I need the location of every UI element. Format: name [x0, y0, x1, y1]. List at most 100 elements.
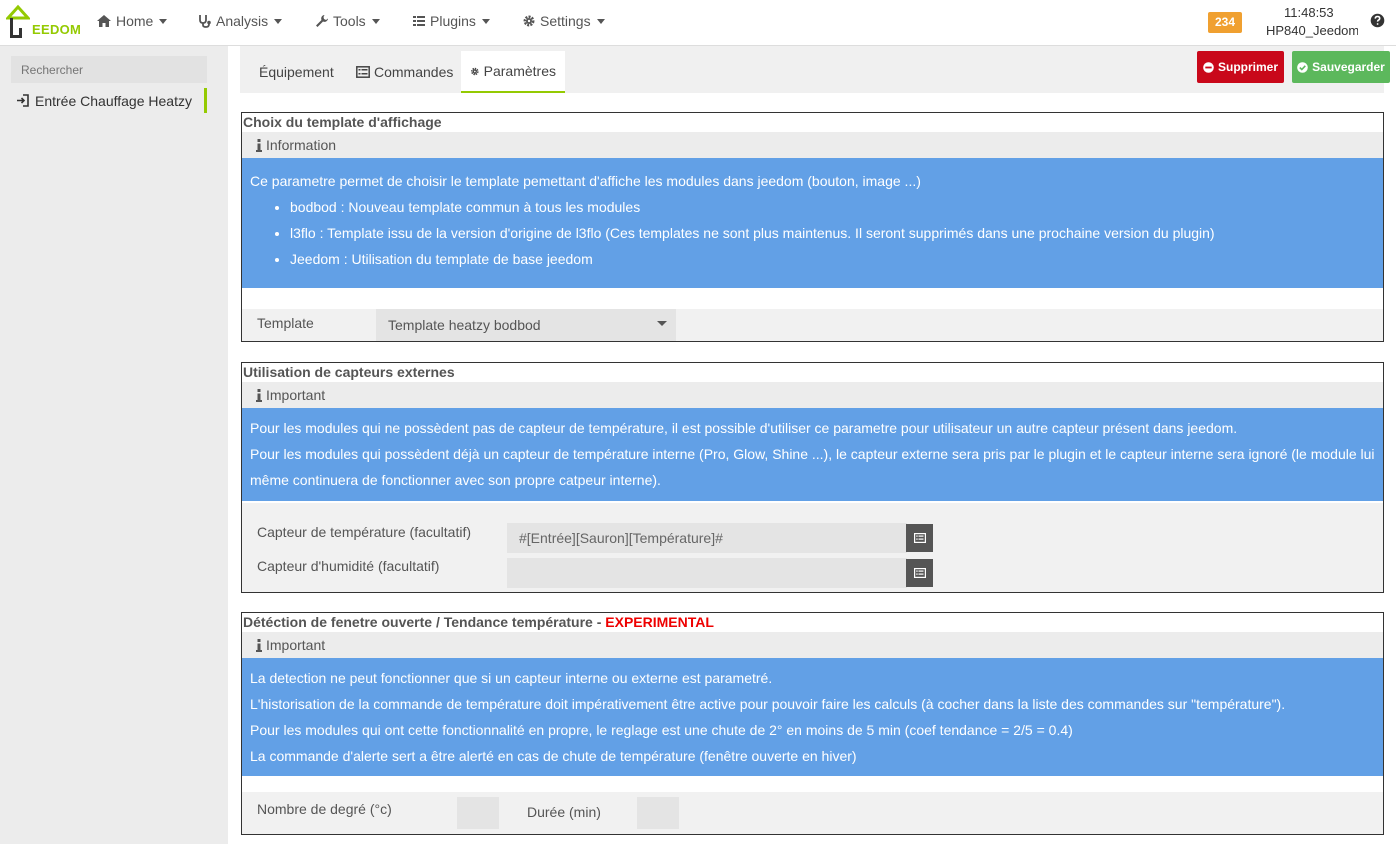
info-icon — [256, 638, 262, 652]
window-important-label: Important — [266, 637, 326, 653]
template-form: Template Template heatzy bodbod — [242, 291, 1383, 341]
chevron-down-icon — [596, 18, 605, 24]
menu-analysis-label: Analysis — [216, 13, 269, 29]
sidebar-item-entree-chauffage[interactable]: Entrée Chauffage Heatzy — [11, 88, 207, 113]
menu-home[interactable]: Home — [96, 13, 168, 29]
sensors-section-title: Utilisation de capteurs externes — [243, 364, 455, 380]
sensors-important-header: Important — [242, 382, 1383, 408]
sign-in-icon — [17, 94, 29, 107]
delete-button-label: Supprimer — [1217, 60, 1278, 74]
minus-circle-icon — [1203, 61, 1214, 73]
check-circle-icon — [1297, 61, 1308, 73]
delete-button[interactable]: Supprimer — [1197, 51, 1284, 83]
template-option-bodbod: bodbod : Nouveau template commun à tous … — [290, 194, 1375, 220]
tab-bar: Équipement Commandes Paramètres Supprime… — [240, 46, 1390, 93]
window-info-line-4: La commande d'alerte sert a être alerté … — [250, 748, 857, 764]
tasks-icon — [413, 16, 425, 26]
sidebar-item-label: Entrée Chauffage Heatzy — [35, 92, 192, 109]
template-select[interactable]: Template heatzy bodbod — [376, 309, 676, 341]
window-info-line-2: L'historisation de la commande de tempér… — [250, 696, 1286, 712]
list-alt-icon — [913, 533, 926, 543]
logo-text: EEDOM — [32, 22, 82, 37]
temperature-sensor-select-button[interactable] — [906, 524, 933, 552]
window-info-line-1: La detection ne peut fonctionner que si … — [250, 670, 773, 686]
gear-icon — [471, 67, 479, 75]
chevron-down-icon — [159, 18, 168, 24]
sidebar: Entrée Chauffage Heatzy — [0, 46, 228, 844]
menu-home-label: Home — [116, 13, 154, 29]
window-info-box: La detection ne peut fonctionner que si … — [242, 658, 1383, 776]
template-info-box: Ce parametre permet de choisir le templa… — [242, 158, 1383, 288]
message-count-badge[interactable]: 234 — [1208, 12, 1242, 33]
menu-plugins-label: Plugins — [430, 13, 476, 29]
list-icon — [356, 66, 370, 78]
template-options-list: bodbod : Nouveau template commun à tous … — [250, 194, 1375, 272]
duration-input[interactable] — [637, 797, 679, 829]
menu-tools[interactable]: Tools — [315, 13, 380, 29]
chevron-down-icon — [657, 321, 667, 326]
template-select-value: Template heatzy bodbod — [388, 317, 541, 333]
house-logo-icon — [4, 4, 32, 38]
sensors-important-label: Important — [266, 387, 326, 403]
tab-parametres[interactable]: Paramètres — [461, 51, 565, 93]
gear-icon — [523, 15, 535, 27]
menu-plugins[interactable]: Plugins — [412, 13, 490, 29]
home-icon — [97, 15, 111, 27]
degree-count-input[interactable] — [457, 797, 499, 829]
template-info-header: Information — [242, 132, 1383, 158]
temperature-sensor-value: #[Entrée][Sauron][Température]# — [519, 530, 723, 546]
tab-commandes-label: Commandes — [374, 64, 454, 80]
window-section-title-text: Détéction de fenetre ouverte / Tendance … — [243, 614, 606, 630]
jeedom-logo[interactable]: EEDOM — [4, 4, 82, 42]
temperature-sensor-input[interactable]: #[Entrée][Sauron][Température]# — [507, 523, 907, 553]
info-icon — [256, 138, 262, 152]
tab-equipement[interactable]: Équipement — [250, 51, 343, 93]
template-info-header-label: Information — [266, 137, 337, 153]
save-button-label: Sauvegarder — [1312, 60, 1385, 74]
hostname: HP840_Jeedom — [1266, 23, 1358, 38]
humidity-sensor-label: Capteur d'humidité (facultatif) — [257, 558, 440, 574]
template-option-jeedom: Jeedom : Utilisation du template de base… — [290, 246, 1375, 272]
template-label: Template — [257, 315, 314, 331]
chevron-down-icon — [274, 18, 283, 24]
window-section-title: Détéction de fenetre ouverte / Tendance … — [242, 613, 1383, 632]
menu-settings-label: Settings — [540, 13, 591, 29]
tab-commandes[interactable]: Commandes — [347, 51, 462, 93]
top-navbar: EEDOM Home Analysis Tools Plugins Settin… — [0, 0, 1396, 46]
info-icon — [256, 388, 262, 402]
template-info-intro: Ce parametre permet de choisir le templa… — [250, 173, 921, 189]
main-panel: Équipement Commandes Paramètres Supprime… — [228, 46, 1396, 844]
sensors-form: Capteur de température (facultatif) #[En… — [242, 503, 1383, 592]
tab-parametres-label: Paramètres — [483, 63, 556, 79]
save-button[interactable]: Sauvegarder — [1292, 51, 1390, 83]
stethoscope-icon — [199, 15, 211, 28]
sensors-section: Utilisation de capteurs externes Importa… — [241, 362, 1384, 593]
template-option-l3flo: l3flo : Template issu de la version d'or… — [290, 220, 1375, 246]
menu-analysis[interactable]: Analysis — [198, 13, 283, 29]
temperature-sensor-label: Capteur de température (facultatif) — [257, 524, 471, 540]
search-input[interactable] — [11, 56, 207, 83]
humidity-sensor-input[interactable] — [507, 558, 907, 588]
window-form: Nombre de degré (°c) Durée (min) — [242, 777, 1383, 834]
humidity-sensor-select-button[interactable] — [906, 559, 933, 587]
menu-tools-label: Tools — [333, 13, 366, 29]
window-important-header: Important — [242, 632, 1383, 658]
window-detection-section: Détéction de fenetre ouverte / Tendance … — [241, 612, 1384, 835]
template-section: Choix du template d'affichage Informatio… — [241, 112, 1384, 342]
menu-settings[interactable]: Settings — [522, 13, 605, 29]
experimental-flag: EXPERIMENTAL — [605, 614, 714, 630]
clock: 11:48:53 — [1284, 5, 1334, 20]
template-section-title: Choix du template d'affichage — [243, 114, 442, 130]
degree-count-label: Nombre de degré (°c) — [257, 801, 392, 817]
chevron-down-icon — [371, 18, 380, 24]
sensors-info-box: Pour les modules qui ne possèdent pas de… — [242, 408, 1383, 501]
window-form-row — [242, 792, 1383, 834]
list-alt-icon — [913, 568, 926, 578]
duration-label: Durée (min) — [527, 804, 601, 820]
tab-equipement-label: Équipement — [259, 64, 334, 80]
sensors-info-line-2: Pour les modules qui possèdent déjà un c… — [250, 446, 1375, 488]
wrench-icon — [316, 15, 328, 27]
sensors-info-line-1: Pour les modules qui ne possèdent pas de… — [250, 420, 1238, 436]
help-icon[interactable] — [1370, 13, 1385, 28]
chevron-down-icon — [481, 18, 490, 24]
